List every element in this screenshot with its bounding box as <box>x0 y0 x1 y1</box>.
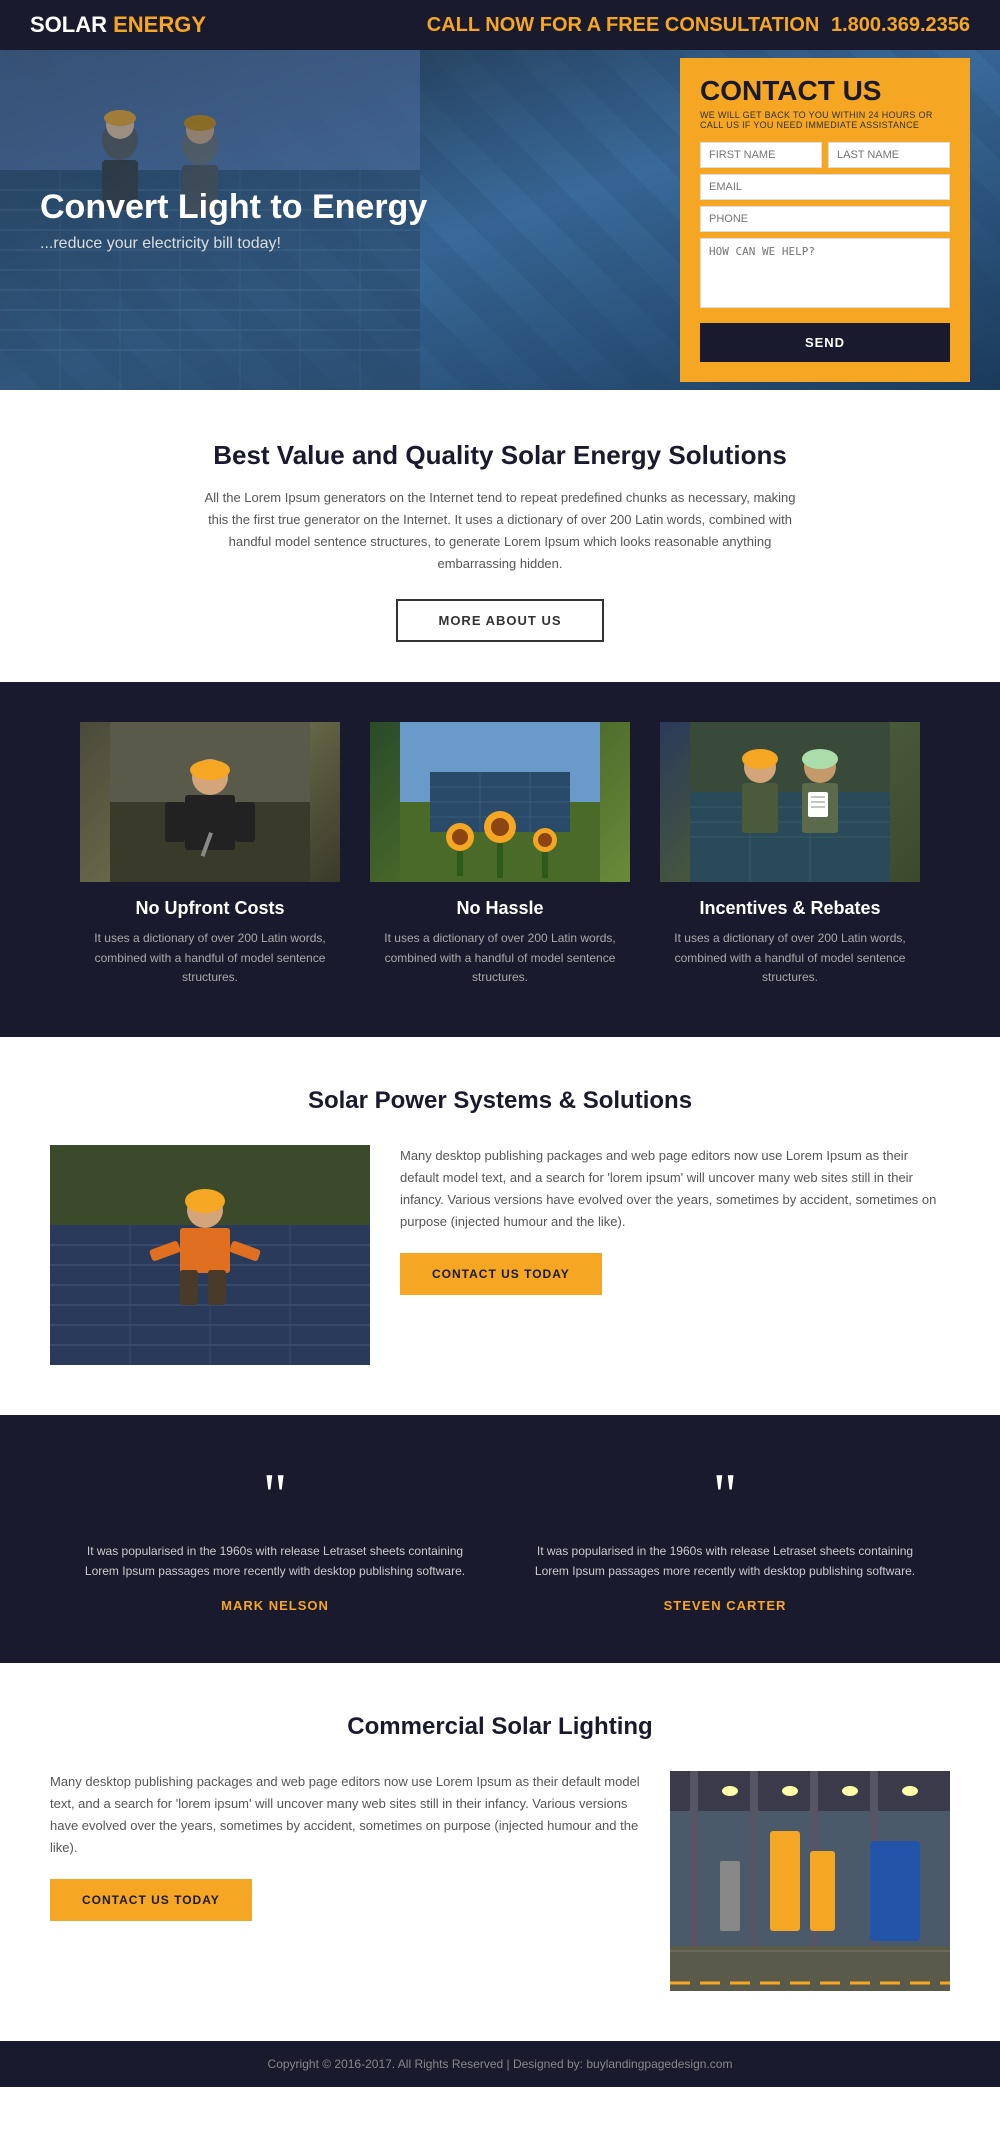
name-row <box>700 142 950 168</box>
feature-title-3: Incentives & Rebates <box>660 898 920 919</box>
testimonial-name-1: MARK NELSON <box>80 1598 470 1613</box>
call-text: CALL NOW FOR A FREE CONSULTATION <box>427 14 820 36</box>
phone-input[interactable] <box>700 206 950 232</box>
commercial-heading: Commercial Solar Lighting <box>50 1713 950 1741</box>
industrial-svg <box>670 1771 950 1991</box>
message-textarea[interactable] <box>700 238 950 308</box>
feature-no-hassle: No Hassle It uses a dictionary of over 2… <box>370 722 630 987</box>
sunflower-icon <box>370 722 630 882</box>
quote-mark-1: " <box>80 1465 470 1525</box>
contact-form-subtext: WE WILL GET BACK TO YOU WITHIN 24 HOURS … <box>700 110 950 130</box>
more-about-button[interactable]: MORE ABOUT US <box>396 599 603 642</box>
quote-mark-2: " <box>530 1465 920 1525</box>
testimonial-2: " It was popularised in the 1960s with r… <box>530 1465 920 1613</box>
hero-title: Convert Light to Energy <box>40 187 680 228</box>
team-icon <box>660 722 920 882</box>
features-grid: No Upfront Costs It uses a dictionary of… <box>50 722 950 987</box>
solar-section: Solar Power Systems & Solutions <box>0 1037 1000 1415</box>
feature-desc-3: It uses a dictionary of over 200 Latin w… <box>660 929 920 987</box>
feature-incentives: Incentives & Rebates It uses a dictionar… <box>660 722 920 987</box>
solar-cta-button[interactable]: CONTACT US TODAY <box>400 1253 602 1295</box>
solar-installer-svg <box>50 1145 370 1365</box>
send-button[interactable]: SEND <box>700 323 950 362</box>
phone-number: 1.800.369.2356 <box>831 14 970 36</box>
testimonial-name-2: STEVEN CARTER <box>530 1598 920 1613</box>
solar-heading: Solar Power Systems & Solutions <box>50 1087 950 1115</box>
value-heading: Best Value and Quality Solar Energy Solu… <box>80 440 920 471</box>
testimonial-1: " It was popularised in the 1960s with r… <box>80 1465 470 1613</box>
value-body: All the Lorem Ipsum generators on the In… <box>200 487 800 575</box>
hero-section: Convert Light to Energy ...reduce your e… <box>0 50 1000 390</box>
feature-image-3 <box>660 722 920 882</box>
solar-body: Many desktop publishing packages and web… <box>400 1145 950 1233</box>
email-input[interactable] <box>700 174 950 200</box>
feature-image-2 <box>370 722 630 882</box>
site-logo: SOLAR ENERGY <box>30 12 206 38</box>
solar-text-content: Many desktop publishing packages and web… <box>400 1145 950 1295</box>
solar-content: Many desktop publishing packages and web… <box>50 1145 950 1365</box>
value-section: Best Value and Quality Solar Energy Solu… <box>0 390 1000 682</box>
feature-desc-1: It uses a dictionary of over 200 Latin w… <box>80 929 340 987</box>
feature-desc-2: It uses a dictionary of over 200 Latin w… <box>370 929 630 987</box>
first-name-input[interactable] <box>700 142 822 168</box>
feature-no-upfront: No Upfront Costs It uses a dictionary of… <box>80 722 340 987</box>
feature-image-1 <box>80 722 340 882</box>
site-footer: Copyright © 2016-2017. All Rights Reserv… <box>0 2041 1000 2087</box>
header-contact: CALL NOW FOR A FREE CONSULTATION 1.800.3… <box>419 14 970 37</box>
testimonials-section: " It was popularised in the 1960s with r… <box>0 1415 1000 1663</box>
testimonial-text-1: It was popularised in the 1960s with rel… <box>80 1541 470 1582</box>
commercial-image <box>670 1771 950 1991</box>
feature-title-2: No Hassle <box>370 898 630 919</box>
site-header: SOLAR ENERGY CALL NOW FOR A FREE CONSULT… <box>0 0 1000 50</box>
solar-image <box>50 1145 370 1365</box>
commercial-content: Many desktop publishing packages and web… <box>50 1771 950 1991</box>
hero-text: Convert Light to Energy ...reduce your e… <box>0 187 680 254</box>
commercial-body: Many desktop publishing packages and web… <box>50 1771 640 1859</box>
footer-text: Copyright © 2016-2017. All Rights Reserv… <box>268 2057 733 2071</box>
commercial-text-content: Many desktop publishing packages and web… <box>50 1771 640 1921</box>
features-section: No Upfront Costs It uses a dictionary of… <box>0 682 1000 1037</box>
last-name-input[interactable] <box>828 142 950 168</box>
contact-form-box: CONTACT US WE WILL GET BACK TO YOU WITHI… <box>680 58 970 383</box>
commercial-cta-button[interactable]: CONTACT US TODAY <box>50 1879 252 1921</box>
contact-form-heading: CONTACT US <box>700 76 950 107</box>
worker-icon <box>80 722 340 882</box>
hero-subtitle: ...reduce your electricity bill today! <box>40 235 680 253</box>
feature-title-1: No Upfront Costs <box>80 898 340 919</box>
testimonial-text-2: It was popularised in the 1960s with rel… <box>530 1541 920 1582</box>
commercial-section: Commercial Solar Lighting Many desktop p… <box>0 1663 1000 2041</box>
